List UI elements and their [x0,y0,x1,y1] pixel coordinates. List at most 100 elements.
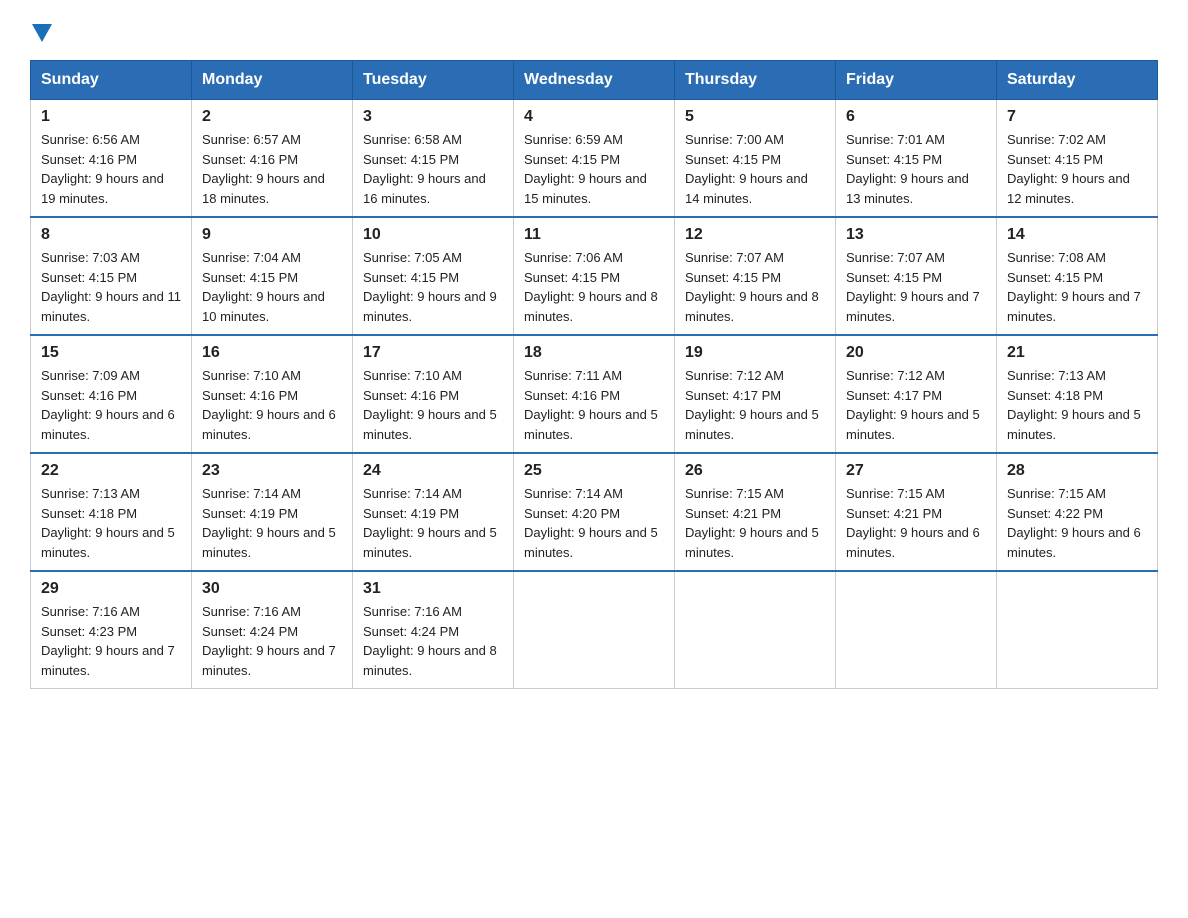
day-info: Sunrise: 7:04 AM Sunset: 4:15 PM Dayligh… [202,248,342,326]
day-info: Sunrise: 7:08 AM Sunset: 4:15 PM Dayligh… [1007,248,1147,326]
day-number: 5 [685,108,825,126]
day-info: Sunrise: 7:10 AM Sunset: 4:16 PM Dayligh… [363,366,503,444]
calendar-cell: 29 Sunrise: 7:16 AM Sunset: 4:23 PM Dayl… [31,571,192,689]
calendar-cell: 15 Sunrise: 7:09 AM Sunset: 4:16 PM Dayl… [31,335,192,453]
day-number: 16 [202,344,342,362]
day-number: 19 [685,344,825,362]
calendar-cell: 2 Sunrise: 6:57 AM Sunset: 4:16 PM Dayli… [192,100,353,218]
day-info: Sunrise: 7:11 AM Sunset: 4:16 PM Dayligh… [524,366,664,444]
day-number: 29 [41,580,181,598]
calendar-week-row: 22 Sunrise: 7:13 AM Sunset: 4:18 PM Dayl… [31,453,1158,571]
calendar-cell: 20 Sunrise: 7:12 AM Sunset: 4:17 PM Dayl… [836,335,997,453]
day-info: Sunrise: 7:07 AM Sunset: 4:15 PM Dayligh… [846,248,986,326]
calendar-cell: 10 Sunrise: 7:05 AM Sunset: 4:15 PM Dayl… [353,217,514,335]
calendar-week-row: 15 Sunrise: 7:09 AM Sunset: 4:16 PM Dayl… [31,335,1158,453]
calendar-cell: 28 Sunrise: 7:15 AM Sunset: 4:22 PM Dayl… [997,453,1158,571]
calendar-cell: 13 Sunrise: 7:07 AM Sunset: 4:15 PM Dayl… [836,217,997,335]
day-info: Sunrise: 6:58 AM Sunset: 4:15 PM Dayligh… [363,130,503,208]
calendar-cell: 30 Sunrise: 7:16 AM Sunset: 4:24 PM Dayl… [192,571,353,689]
calendar-cell: 4 Sunrise: 6:59 AM Sunset: 4:15 PM Dayli… [514,100,675,218]
calendar-table: SundayMondayTuesdayWednesdayThursdayFrid… [30,60,1158,689]
calendar-cell: 16 Sunrise: 7:10 AM Sunset: 4:16 PM Dayl… [192,335,353,453]
day-info: Sunrise: 7:05 AM Sunset: 4:15 PM Dayligh… [363,248,503,326]
day-number: 23 [202,462,342,480]
calendar-cell [997,571,1158,689]
day-number: 26 [685,462,825,480]
calendar-cell: 21 Sunrise: 7:13 AM Sunset: 4:18 PM Dayl… [997,335,1158,453]
logo [30,20,52,42]
calendar-cell: 11 Sunrise: 7:06 AM Sunset: 4:15 PM Dayl… [514,217,675,335]
calendar-cell: 12 Sunrise: 7:07 AM Sunset: 4:15 PM Dayl… [675,217,836,335]
day-number: 10 [363,226,503,244]
weekday-header-saturday: Saturday [997,61,1158,100]
day-number: 24 [363,462,503,480]
day-info: Sunrise: 6:59 AM Sunset: 4:15 PM Dayligh… [524,130,664,208]
logo-arrow-icon [32,24,52,42]
day-number: 9 [202,226,342,244]
day-info: Sunrise: 7:03 AM Sunset: 4:15 PM Dayligh… [41,248,181,326]
day-info: Sunrise: 7:15 AM Sunset: 4:22 PM Dayligh… [1007,484,1147,562]
day-number: 22 [41,462,181,480]
weekday-header-thursday: Thursday [675,61,836,100]
day-info: Sunrise: 7:06 AM Sunset: 4:15 PM Dayligh… [524,248,664,326]
day-number: 2 [202,108,342,126]
day-info: Sunrise: 7:16 AM Sunset: 4:24 PM Dayligh… [363,602,503,680]
weekday-header-friday: Friday [836,61,997,100]
calendar-cell: 3 Sunrise: 6:58 AM Sunset: 4:15 PM Dayli… [353,100,514,218]
calendar-week-row: 8 Sunrise: 7:03 AM Sunset: 4:15 PM Dayli… [31,217,1158,335]
calendar-cell: 31 Sunrise: 7:16 AM Sunset: 4:24 PM Dayl… [353,571,514,689]
day-info: Sunrise: 7:02 AM Sunset: 4:15 PM Dayligh… [1007,130,1147,208]
day-number: 3 [363,108,503,126]
day-number: 8 [41,226,181,244]
calendar-cell [675,571,836,689]
calendar-cell: 8 Sunrise: 7:03 AM Sunset: 4:15 PM Dayli… [31,217,192,335]
calendar-cell: 23 Sunrise: 7:14 AM Sunset: 4:19 PM Dayl… [192,453,353,571]
calendar-cell: 7 Sunrise: 7:02 AM Sunset: 4:15 PM Dayli… [997,100,1158,218]
day-number: 15 [41,344,181,362]
day-number: 12 [685,226,825,244]
day-info: Sunrise: 7:12 AM Sunset: 4:17 PM Dayligh… [846,366,986,444]
day-number: 25 [524,462,664,480]
day-info: Sunrise: 7:12 AM Sunset: 4:17 PM Dayligh… [685,366,825,444]
day-number: 13 [846,226,986,244]
day-info: Sunrise: 7:15 AM Sunset: 4:21 PM Dayligh… [685,484,825,562]
day-info: Sunrise: 7:16 AM Sunset: 4:24 PM Dayligh… [202,602,342,680]
day-number: 17 [363,344,503,362]
day-info: Sunrise: 7:14 AM Sunset: 4:19 PM Dayligh… [363,484,503,562]
calendar-cell: 17 Sunrise: 7:10 AM Sunset: 4:16 PM Dayl… [353,335,514,453]
calendar-cell: 27 Sunrise: 7:15 AM Sunset: 4:21 PM Dayl… [836,453,997,571]
day-info: Sunrise: 7:13 AM Sunset: 4:18 PM Dayligh… [1007,366,1147,444]
weekday-header-tuesday: Tuesday [353,61,514,100]
calendar-cell: 9 Sunrise: 7:04 AM Sunset: 4:15 PM Dayli… [192,217,353,335]
weekday-header-row: SundayMondayTuesdayWednesdayThursdayFrid… [31,61,1158,100]
day-info: Sunrise: 7:01 AM Sunset: 4:15 PM Dayligh… [846,130,986,208]
calendar-cell: 1 Sunrise: 6:56 AM Sunset: 4:16 PM Dayli… [31,100,192,218]
weekday-header-monday: Monday [192,61,353,100]
day-number: 28 [1007,462,1147,480]
day-info: Sunrise: 7:09 AM Sunset: 4:16 PM Dayligh… [41,366,181,444]
weekday-header-sunday: Sunday [31,61,192,100]
calendar-cell: 19 Sunrise: 7:12 AM Sunset: 4:17 PM Dayl… [675,335,836,453]
day-info: Sunrise: 7:15 AM Sunset: 4:21 PM Dayligh… [846,484,986,562]
day-info: Sunrise: 6:57 AM Sunset: 4:16 PM Dayligh… [202,130,342,208]
day-number: 4 [524,108,664,126]
day-info: Sunrise: 7:10 AM Sunset: 4:16 PM Dayligh… [202,366,342,444]
calendar-cell: 6 Sunrise: 7:01 AM Sunset: 4:15 PM Dayli… [836,100,997,218]
day-info: Sunrise: 6:56 AM Sunset: 4:16 PM Dayligh… [41,130,181,208]
day-info: Sunrise: 7:14 AM Sunset: 4:20 PM Dayligh… [524,484,664,562]
day-info: Sunrise: 7:16 AM Sunset: 4:23 PM Dayligh… [41,602,181,680]
calendar-cell: 5 Sunrise: 7:00 AM Sunset: 4:15 PM Dayli… [675,100,836,218]
day-number: 18 [524,344,664,362]
calendar-cell: 25 Sunrise: 7:14 AM Sunset: 4:20 PM Dayl… [514,453,675,571]
calendar-cell: 18 Sunrise: 7:11 AM Sunset: 4:16 PM Dayl… [514,335,675,453]
calendar-cell: 22 Sunrise: 7:13 AM Sunset: 4:18 PM Dayl… [31,453,192,571]
page-header [30,20,1158,42]
day-number: 1 [41,108,181,126]
day-number: 6 [846,108,986,126]
day-number: 21 [1007,344,1147,362]
day-number: 11 [524,226,664,244]
day-info: Sunrise: 7:13 AM Sunset: 4:18 PM Dayligh… [41,484,181,562]
day-number: 31 [363,580,503,598]
calendar-cell: 26 Sunrise: 7:15 AM Sunset: 4:21 PM Dayl… [675,453,836,571]
day-number: 30 [202,580,342,598]
